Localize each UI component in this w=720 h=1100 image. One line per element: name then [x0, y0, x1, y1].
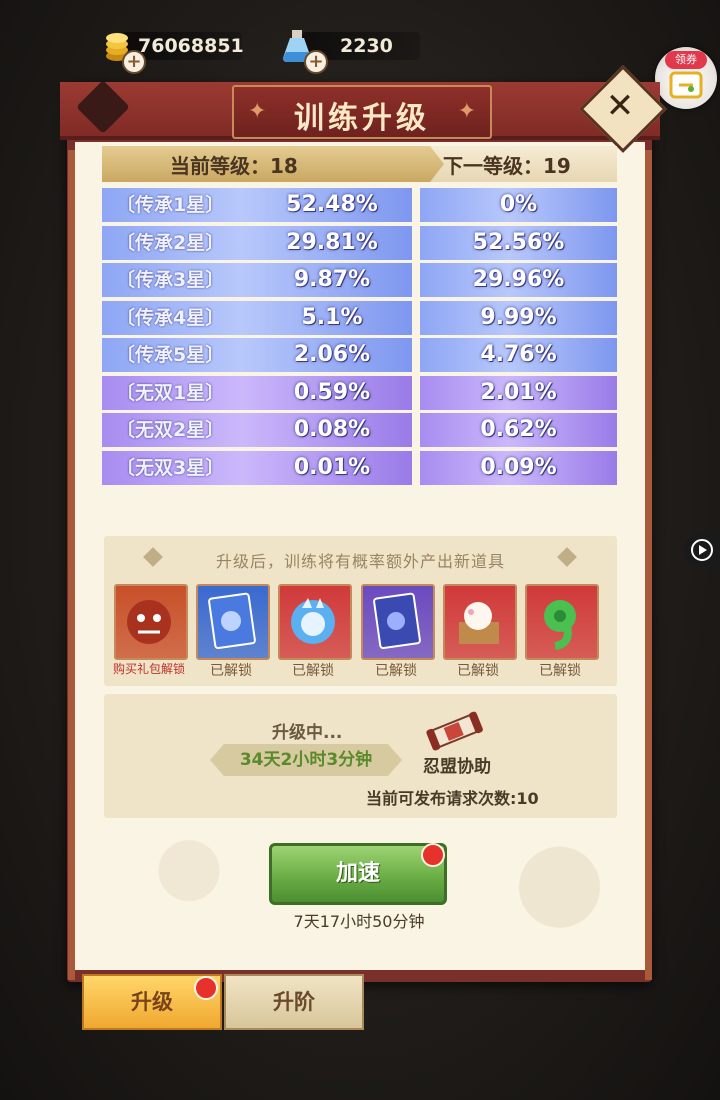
current-rate-cell: 〔无双2星〕 0.08% — [102, 413, 412, 447]
next-rate: 52.56% — [420, 225, 617, 260]
current-rate-cell: 〔传承5星〕 2.06% — [102, 338, 412, 372]
probability-row: 〔传承4星〕 5.1% 9.99% — [102, 300, 617, 335]
current-rate-cell: 〔传承2星〕 29.81% — [102, 225, 412, 260]
rarity-label: 〔传承3星〕 — [116, 269, 225, 291]
current-rate: 0.08% — [293, 417, 371, 442]
speed-up-label: 加速 — [335, 861, 380, 886]
next-rate: 29.96% — [420, 263, 617, 297]
probability-row: 〔无双2星〕 0.08% 0.62% — [102, 413, 617, 447]
current-rate-cell: 〔传承3星〕 9.87% — [102, 263, 412, 297]
ticket-icon — [669, 71, 703, 103]
gold-amount: 76068851 — [138, 35, 244, 57]
next-rate: 4.76% — [420, 338, 617, 372]
upgrading-status: 升级中... — [272, 723, 343, 743]
tab-advance-label: 升阶 — [273, 990, 315, 1014]
panel-title: 训练升级 — [294, 101, 430, 136]
current-rate-cell: 〔传承1星〕 52.48% — [102, 188, 412, 222]
guild-help-label[interactable]: 忍盟协助 — [423, 752, 491, 777]
green-magatama-icon[interactable] — [525, 584, 599, 660]
rice-bucket-icon[interactable] — [443, 584, 517, 660]
close-x-icon[interactable]: ✕ — [592, 78, 648, 134]
coupon-button[interactable]: 领券 — [655, 47, 717, 109]
request-count-label: 当前可发布请求次数:10 — [366, 789, 539, 808]
item-status-label: 已解锁 — [210, 663, 252, 679]
current-rate-cell: 〔传承4星〕 5.1% — [102, 300, 412, 335]
probability-row: 〔无双3星〕 0.01% 0.09% — [102, 450, 617, 485]
purple-scroll-icon[interactable] — [361, 584, 435, 660]
blue-scroll-icon[interactable] — [196, 584, 270, 660]
item-status-label: 已解锁 — [457, 663, 499, 679]
title-star-right-icon: ✦ — [457, 99, 476, 124]
water-spirit-icon[interactable] — [278, 584, 352, 660]
next-level-label: 下一等级：19 — [443, 154, 571, 178]
current-rate: 52.48% — [286, 192, 378, 217]
probability-row: 〔传承5星〕 2.06% 4.76% — [102, 338, 617, 372]
panel-left-edge — [68, 150, 75, 980]
item-status-label: 购买礼包解锁 — [112, 662, 185, 676]
rarity-label: 〔传承4星〕 — [116, 306, 225, 329]
current-rate: 2.06% — [293, 342, 371, 367]
demon-mask-icon[interactable] — [114, 584, 188, 660]
next-rate: 0% — [420, 188, 617, 222]
probability-row: 〔传承2星〕 29.81% 52.56% — [102, 225, 617, 260]
next-rate: 9.99% — [420, 300, 617, 335]
current-rate: 29.81% — [286, 229, 378, 255]
probability-row: 〔无双1星〕 0.59% 2.01% — [102, 375, 617, 410]
probability-row: 〔传承3星〕 9.87% 29.96% — [102, 263, 617, 297]
add-gold-button[interactable]: + — [122, 50, 146, 74]
tab-upgrade-notification-dot — [194, 976, 218, 1000]
rarity-label: 〔无双1星〕 — [116, 381, 225, 404]
rarity-label: 〔传承5星〕 — [116, 344, 225, 366]
current-rate-cell: 〔无双3星〕 0.01% — [102, 450, 412, 485]
current-rate: 0.59% — [293, 379, 371, 405]
probability-row: 〔传承1星〕 52.48% 0% — [102, 188, 617, 222]
items-caption: 升级后，训练将有概率额外产出新道具 — [215, 552, 505, 571]
potion-amount: 2230 — [340, 35, 393, 57]
rarity-label: 〔无双3星〕 — [116, 456, 225, 479]
rarity-label: 〔传承2星〕 — [116, 231, 225, 254]
item-status-label: 已解锁 — [375, 663, 417, 679]
item-status-label: 已解锁 — [292, 663, 334, 679]
rarity-label: 〔传承1星〕 — [116, 194, 225, 216]
panel-right-edge — [645, 150, 652, 980]
current-rate: 9.87% — [293, 267, 371, 292]
remaining-time: 34天2小时3分钟 — [210, 744, 402, 776]
side-play-button[interactable] — [684, 532, 720, 568]
next-rate: 2.01% — [420, 375, 617, 410]
tab-advance[interactable]: 升阶 — [224, 974, 364, 1030]
next-rate: 0.62% — [420, 413, 617, 447]
tab-upgrade-label: 升级 — [131, 990, 173, 1014]
item-status-label: 已解锁 — [539, 663, 581, 679]
speed-up-notification-dot — [421, 843, 445, 867]
current-rate: 0.01% — [293, 454, 371, 480]
play-icon — [690, 538, 714, 566]
speed-up-time: 7天17小时50分钟 — [293, 912, 425, 931]
add-potion-button[interactable]: + — [304, 50, 328, 74]
current-rate: 5.1% — [301, 304, 363, 330]
current-level-label: 当前等级：18 — [170, 154, 298, 178]
coupon-label: 领券 — [665, 51, 707, 69]
next-rate: 0.09% — [420, 450, 617, 485]
title-plaque: ✦ 训练升级 ✦ — [232, 85, 492, 139]
current-rate-cell: 〔无双1星〕 0.59% — [102, 375, 412, 410]
rarity-label: 〔无双2星〕 — [116, 419, 225, 441]
